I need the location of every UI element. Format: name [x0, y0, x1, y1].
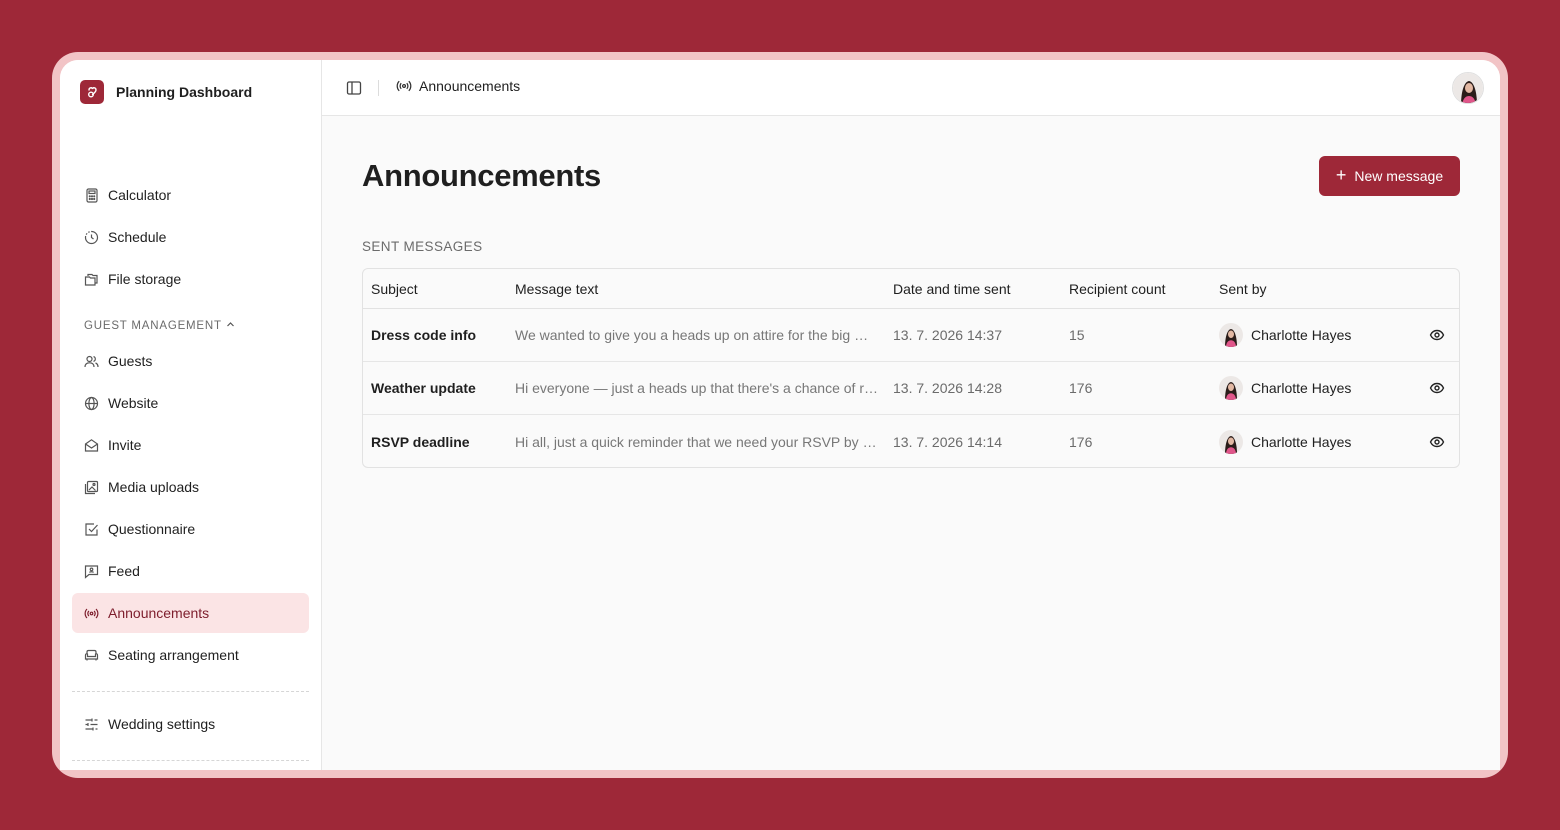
row-count: 176	[1069, 380, 1093, 396]
column-header-sent-by: Sent by	[1219, 280, 1267, 297]
sender-avatar	[1219, 323, 1243, 347]
sidebar-item-invite[interactable]: Invite	[72, 425, 309, 465]
row-subject: Dress code info	[371, 327, 477, 343]
row-sender: Charlotte Hayes	[1219, 323, 1417, 347]
table-row[interactable]: RSVP deadline Hi all, just a quick remin…	[363, 415, 1459, 467]
files-icon	[84, 272, 99, 287]
sender-avatar	[1219, 429, 1243, 454]
broadcast-icon	[84, 606, 99, 621]
calculator-icon	[84, 187, 99, 203]
table-row[interactable]: Weather update Hi everyone — just a head…	[363, 362, 1459, 415]
breadcrumb: Announcements	[396, 78, 520, 94]
sidebar-item-questionnaire[interactable]: Questionnaire	[72, 509, 309, 549]
new-message-button[interactable]: + New message	[1319, 156, 1460, 196]
row-sender: Charlotte Hayes	[1219, 429, 1417, 454]
messages-table: Subject Message text Date and time sent …	[362, 268, 1460, 468]
sidebar-item-schedule[interactable]: Schedule	[72, 217, 309, 257]
sidebar-item-label: Seating arrangement	[108, 647, 239, 663]
column-header-message: Message text	[515, 280, 599, 297]
sender-avatar	[1219, 376, 1243, 400]
row-message: Hi all, just a quick reminder that we ne…	[515, 433, 877, 450]
section-heading: SENT MESSAGES	[362, 239, 483, 254]
page-title: Announcements	[362, 158, 601, 193]
sidebar-item-wedding-settings[interactable]: Wedding settings	[72, 704, 309, 744]
sender-name: Charlotte Hayes	[1251, 380, 1352, 396]
sidebar-item-file-storage[interactable]: File storage	[72, 259, 309, 299]
column-header-subject: Subject	[371, 280, 418, 297]
sidebar-divider	[72, 760, 309, 761]
row-message: We wanted to give you a heads up on atti…	[515, 327, 869, 343]
sidebar-item-media-uploads[interactable]: Media uploads	[72, 467, 309, 507]
sidebar-item-guests[interactable]: Guests	[72, 341, 309, 381]
sidebar-item-label: File storage	[108, 271, 182, 287]
table-row[interactable]: Dress code info We wanted to give you a …	[363, 309, 1459, 362]
brand[interactable]: Planning Dashboard	[80, 80, 252, 104]
sidebar-item-calculator[interactable]: Calculator	[72, 175, 309, 215]
sidebar-toggle-icon[interactable]	[346, 80, 362, 96]
main-content: Announcements Announcements + New messag…	[322, 60, 1500, 770]
row-date: 13. 7. 2026 14:14	[893, 433, 1002, 450]
sidebar-item-label: Guests	[108, 353, 153, 369]
topbar: Announcements	[322, 60, 1500, 116]
sidebar-item-label: Announcements	[108, 605, 210, 621]
sender-name: Charlotte Hayes	[1251, 327, 1352, 343]
row-subject: Weather update	[371, 380, 476, 396]
globe-icon	[84, 396, 99, 411]
users-icon	[84, 354, 99, 369]
sidebar-item-label: Website	[108, 395, 159, 411]
sliders-icon	[84, 717, 99, 732]
section-label: GUEST MANAGEMENT	[84, 320, 222, 332]
row-sender: Charlotte Hayes	[1219, 376, 1417, 400]
sidebar: Planning Dashboard Calculator Schedule F…	[60, 60, 322, 770]
sidebar-item-label: Media uploads	[108, 479, 200, 495]
sidebar-item-feed[interactable]: Feed	[72, 551, 309, 591]
envelope-open-icon	[84, 438, 99, 453]
row-date: 13. 7. 2026 14:37	[893, 327, 1002, 343]
view-message-button[interactable]	[1417, 380, 1457, 396]
sidebar-item-announcements[interactable]: Announcements	[72, 593, 309, 633]
sidebar-item-label: Feed	[108, 563, 140, 579]
row-count: 176	[1069, 433, 1093, 450]
topbar-separator	[378, 80, 379, 96]
eye-icon	[1429, 380, 1445, 396]
images-icon	[84, 480, 99, 495]
new-message-label: New message	[1354, 168, 1444, 184]
row-count: 15	[1069, 327, 1085, 343]
broadcast-icon	[396, 78, 412, 94]
eye-icon	[1429, 434, 1445, 450]
breadcrumb-label: Announcements	[419, 78, 521, 94]
app-window: Planning Dashboard Calculator Schedule F…	[60, 60, 1500, 770]
sidebar-item-seating-arrangement[interactable]: Seating arrangement	[72, 635, 309, 675]
view-message-button[interactable]	[1417, 327, 1457, 343]
column-header-count: Recipient count	[1069, 280, 1166, 297]
row-subject: RSVP deadline	[371, 433, 470, 450]
sidebar-item-label: Invite	[108, 437, 142, 453]
brand-name: Planning Dashboard	[116, 84, 253, 100]
row-date: 13. 7. 2026 14:28	[893, 380, 1002, 396]
column-header-date: Date and time sent	[893, 280, 1011, 297]
section-toggle-guest-management[interactable]: GUEST MANAGEMENT	[84, 320, 235, 332]
table-header: Subject Message text Date and time sent …	[363, 269, 1459, 309]
brand-logo-icon	[80, 80, 104, 104]
sidebar-item-label: Calculator	[108, 187, 172, 203]
check-square-icon	[84, 522, 99, 537]
clock-icon	[84, 230, 99, 245]
sidebar-divider	[72, 691, 309, 692]
sidebar-item-label: Questionnaire	[108, 521, 196, 537]
sender-name: Charlotte Hayes	[1251, 433, 1352, 450]
sidebar-item-label: Schedule	[108, 229, 167, 245]
sidebar-item-label: Wedding settings	[108, 716, 216, 732]
row-message: Hi everyone — just a heads up that there…	[515, 380, 878, 396]
message-square-icon	[84, 564, 99, 579]
user-avatar[interactable]	[1452, 72, 1484, 104]
eye-icon	[1429, 327, 1445, 343]
view-message-button[interactable]	[1417, 434, 1457, 450]
sofa-icon	[84, 648, 99, 663]
sidebar-item-website[interactable]: Website	[72, 383, 309, 423]
chevron-up-icon	[226, 320, 235, 332]
plus-icon: +	[1335, 165, 1347, 185]
